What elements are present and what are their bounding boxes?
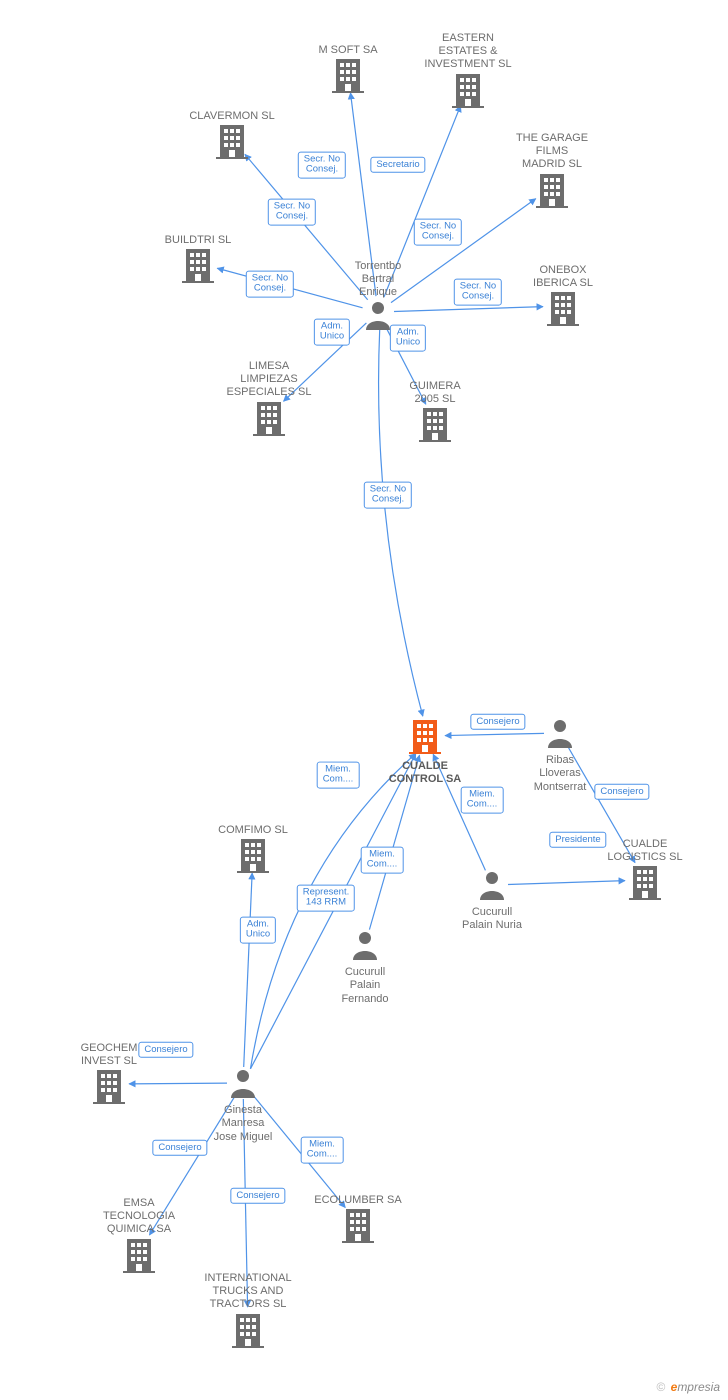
node-label: CucurullPalainFernando <box>310 966 420 1006</box>
edge-label: Miem. Com.... <box>317 762 360 789</box>
node-cualde_logistics[interactable]: CUALDELOGISTICS SL <box>590 836 700 905</box>
person-icon <box>351 930 379 960</box>
node-eastern[interactable]: EASTERNESTATES &INVESTMENT SL <box>413 30 523 112</box>
building-icon <box>232 1312 264 1348</box>
edge-label: Consejero <box>152 1140 207 1156</box>
building-icon <box>547 290 579 326</box>
node-label: CLAVERMON SL <box>177 110 287 123</box>
edge-label: Secr. No Consej. <box>364 482 412 509</box>
edge-label: Secr. No Consej. <box>298 152 346 179</box>
node-m_soft[interactable]: M SOFT SA <box>293 42 403 97</box>
edge-label: Consejero <box>230 1188 285 1204</box>
building-icon <box>419 406 451 442</box>
person-icon <box>478 870 506 900</box>
building-icon <box>123 1237 155 1273</box>
node-label: CucurullPalain Nuria <box>437 906 547 932</box>
edge-label: Secr. No Consej. <box>268 199 316 226</box>
building-icon <box>452 72 484 108</box>
node-garage_films[interactable]: THE GARAGEFILMSMADRID SL <box>497 130 607 212</box>
node-cucurull_nuria[interactable]: CucurullPalain Nuria <box>437 870 547 933</box>
node-ginesta[interactable]: GinestaManresaJose Miguel <box>188 1068 298 1144</box>
building-icon <box>342 1207 374 1243</box>
edge-label: Secretario <box>370 157 425 173</box>
edge-label: Secr. No Consej. <box>454 279 502 306</box>
node-cualde_control[interactable]: CUALDECONTROL SA <box>370 718 480 787</box>
edge-label: Adm. Unico <box>314 319 350 346</box>
node-label: GUIMERA2005 SL <box>380 380 490 406</box>
building-icon <box>216 123 248 159</box>
node-clavermon[interactable]: CLAVERMON SL <box>177 108 287 163</box>
edge-label: Miem. Com.... <box>361 847 404 874</box>
node-comfimo[interactable]: COMFIMO SL <box>198 822 308 877</box>
brand-rest: mpresia <box>677 1380 720 1394</box>
building-icon <box>536 172 568 208</box>
node-label: GinestaManresaJose Miguel <box>188 1104 298 1144</box>
node-label: INTERNATIONALTRUCKS ANDTRACTORS SL <box>193 1272 303 1312</box>
person-icon <box>364 300 392 330</box>
node-label: COMFIMO SL <box>198 824 308 837</box>
diagram-canvas[interactable]: CUALDECONTROL SATorrentboBertralEnrique … <box>0 0 728 1400</box>
node-label: EMSATECNOLOGIAQUIMICA SA <box>84 1197 194 1237</box>
edge-label: Adm. Unico <box>390 325 426 352</box>
node-label: ONEBOXIBERICA SL <box>508 264 618 290</box>
edge-label: Presidente <box>549 832 606 848</box>
copyright-symbol: © <box>656 1380 665 1394</box>
node-guimera[interactable]: GUIMERA2005 SL <box>380 378 490 447</box>
edge-label: Miem. Com.... <box>301 1137 344 1164</box>
node-label: LIMESALIMPIEZASESPECIALES SL <box>214 360 324 400</box>
node-label: BUILDTRI SL <box>143 234 253 247</box>
edge-label: Adm. Unico <box>240 917 276 944</box>
building-icon <box>409 718 441 754</box>
node-emsa[interactable]: EMSATECNOLOGIAQUIMICA SA <box>84 1195 194 1277</box>
node-label: TorrentboBertralEnrique <box>323 260 433 300</box>
node-onebox[interactable]: ONEBOXIBERICA SL <box>508 262 618 331</box>
edge-label: Consejero <box>138 1042 193 1058</box>
node-cucurull_fernando[interactable]: CucurullPalainFernando <box>310 930 420 1006</box>
edge-label: Secr. No Consej. <box>414 219 462 246</box>
edges-layer <box>0 0 728 1400</box>
building-icon <box>237 837 269 873</box>
node-label: EASTERNESTATES &INVESTMENT SL <box>413 32 523 72</box>
node-label: M SOFT SA <box>293 44 403 57</box>
node-limesa[interactable]: LIMESALIMPIEZASESPECIALES SL <box>214 358 324 440</box>
node-ecolumber[interactable]: ECOLUMBER SA <box>303 1192 413 1247</box>
edge <box>244 873 252 1067</box>
person-icon <box>229 1068 257 1098</box>
node-label: THE GARAGEFILMSMADRID SL <box>497 132 607 172</box>
edge-label: Represent. 143 RRM <box>297 885 355 912</box>
building-icon <box>629 864 661 900</box>
edge-label: Consejero <box>470 714 525 730</box>
copyright: © empresia <box>656 1380 720 1394</box>
edge-label: Secr. No Consej. <box>246 271 294 298</box>
node-itt[interactable]: INTERNATIONALTRUCKS ANDTRACTORS SL <box>193 1270 303 1352</box>
edge-label: Miem. Com.... <box>461 787 504 814</box>
node-label: CUALDELOGISTICS SL <box>590 838 700 864</box>
person-icon <box>546 718 574 748</box>
building-icon <box>253 400 285 436</box>
building-icon <box>182 247 214 283</box>
building-icon <box>332 57 364 93</box>
node-label: ECOLUMBER SA <box>303 1194 413 1207</box>
edge-label: Consejero <box>594 784 649 800</box>
node-label: CUALDECONTROL SA <box>370 760 480 786</box>
building-icon <box>93 1068 125 1104</box>
node-buildtri[interactable]: BUILDTRI SL <box>143 232 253 287</box>
